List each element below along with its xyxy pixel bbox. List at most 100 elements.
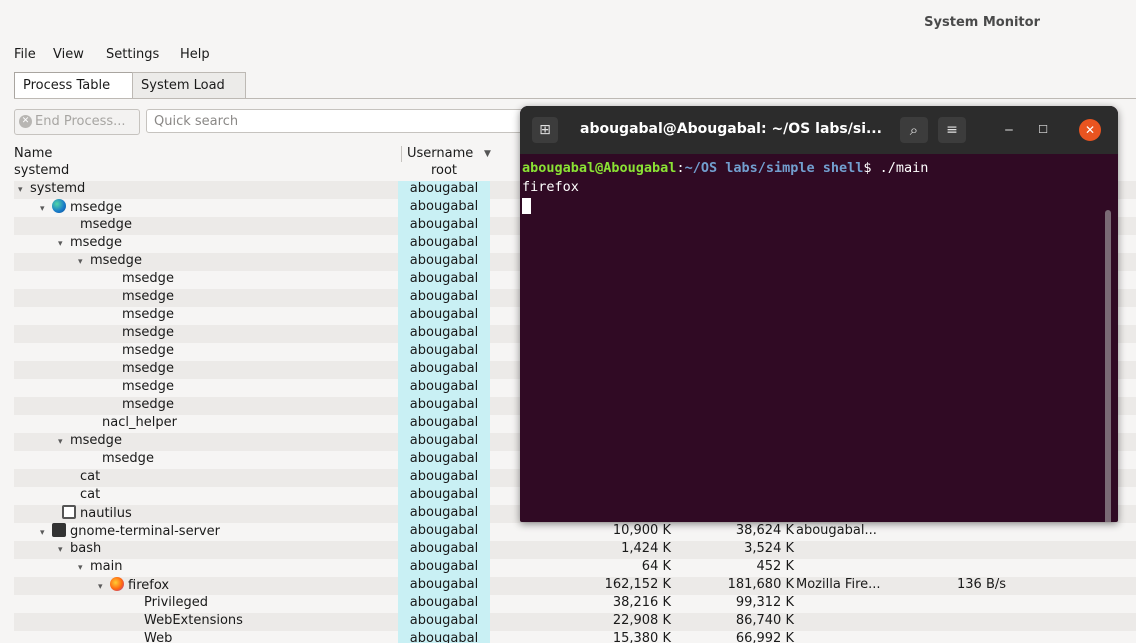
menu-help[interactable]: Help bbox=[180, 47, 210, 62]
msedge-icon bbox=[52, 199, 66, 213]
process-user: abougabal bbox=[398, 343, 490, 361]
table-row[interactable]: ▾ main abougabal 64 K 452 K bbox=[14, 559, 1136, 577]
process-name: nautilus bbox=[80, 506, 132, 521]
table-row[interactable]: Web abougabal 15,380 K 66,992 K bbox=[14, 631, 1136, 643]
process-name: msedge bbox=[80, 217, 132, 232]
table-row[interactable]: ▾ gnome-terminal-server abougabal 10,900 … bbox=[14, 523, 1136, 541]
process-name: systemd bbox=[30, 181, 86, 196]
expander-icon[interactable]: ▾ bbox=[78, 257, 90, 267]
maximize-icon[interactable]: ☐ bbox=[1030, 117, 1056, 143]
process-user: abougabal bbox=[398, 469, 490, 487]
process-memory: 10,900 K bbox=[612, 523, 671, 538]
process-name: cat bbox=[80, 469, 101, 484]
process-name: msedge bbox=[70, 433, 122, 448]
search-icon[interactable]: ⌕ bbox=[900, 117, 928, 143]
process-name: msedge bbox=[122, 271, 174, 286]
process-user: abougabal bbox=[398, 577, 490, 595]
process-memory: 64 K bbox=[641, 559, 671, 574]
menubar: File View Settings Help bbox=[0, 45, 1136, 67]
expander-icon[interactable]: ▾ bbox=[78, 563, 90, 573]
terminal-scrollbar[interactable] bbox=[1105, 210, 1111, 522]
search-input[interactable]: Quick search bbox=[146, 109, 526, 133]
process-name: bash bbox=[70, 541, 102, 556]
process-name: msedge bbox=[122, 397, 174, 412]
process-name: nacl_helper bbox=[102, 415, 177, 430]
terminal-output-line: firefox bbox=[522, 179, 579, 195]
terminal-window[interactable]: ⊞ abougabal@Abougabal: ~/OS labs/si... ⌕… bbox=[520, 106, 1118, 522]
window-titlebar: System Monitor bbox=[0, 0, 1136, 45]
process-user: abougabal bbox=[398, 361, 490, 379]
process-name: WebExtensions bbox=[144, 613, 243, 628]
process-name: gnome-terminal-server bbox=[70, 524, 220, 539]
process-name: msedge bbox=[70, 200, 122, 215]
column-header-name[interactable]: Name bbox=[14, 146, 52, 161]
text-cursor bbox=[522, 198, 531, 214]
end-process-button[interactable]: ✕ End Process... bbox=[14, 109, 140, 135]
process-name: msedge bbox=[122, 307, 174, 322]
expander-icon[interactable]: ▾ bbox=[98, 582, 110, 592]
process-memory: 162,152 K bbox=[604, 577, 671, 592]
expander-icon[interactable]: ▾ bbox=[58, 545, 70, 555]
process-description: Mozilla Fire... bbox=[796, 577, 881, 592]
hamburger-menu-icon[interactable]: ≡ bbox=[938, 117, 966, 143]
process-name: msedge bbox=[102, 451, 154, 466]
window-title: System Monitor bbox=[924, 15, 1040, 30]
table-row[interactable]: Privileged abougabal 38,216 K 99,312 K bbox=[14, 595, 1136, 613]
process-name: Privileged bbox=[144, 595, 208, 610]
process-network: 136 B/s bbox=[957, 577, 1007, 592]
terminal-prompt-line: abougabal@Abougabal:~/OS labs/simple she… bbox=[522, 160, 929, 176]
sort-arrow-icon[interactable]: ▼ bbox=[484, 149, 491, 159]
terminal-content[interactable]: abougabal@Abougabal:~/OS labs/simple she… bbox=[520, 154, 1118, 522]
process-name: msedge bbox=[122, 343, 174, 358]
process-user: abougabal bbox=[398, 631, 490, 643]
expander-icon[interactable]: ▾ bbox=[18, 185, 30, 195]
process-user: abougabal bbox=[398, 379, 490, 397]
process-name: msedge bbox=[70, 235, 122, 250]
process-user: abougabal bbox=[398, 595, 490, 613]
folder-icon bbox=[62, 505, 76, 519]
menu-settings[interactable]: Settings bbox=[106, 47, 159, 62]
table-row[interactable]: ▾ bash abougabal 1,424 K 3,524 K bbox=[14, 541, 1136, 559]
tab-process-table[interactable]: Process Table bbox=[14, 72, 133, 98]
process-memory: 22,908 K bbox=[612, 613, 671, 628]
column-divider[interactable] bbox=[401, 146, 402, 162]
process-resident-memory: 86,740 K bbox=[735, 613, 794, 628]
tab-system-load[interactable]: System Load bbox=[132, 72, 246, 98]
process-name: msedge bbox=[122, 379, 174, 394]
minimize-icon[interactable]: ‒ bbox=[996, 117, 1022, 143]
firefox-icon bbox=[110, 577, 124, 591]
terminal-icon bbox=[52, 523, 66, 537]
tab-divider bbox=[14, 98, 1136, 99]
expander-icon[interactable]: ▾ bbox=[40, 528, 52, 538]
process-user: abougabal bbox=[398, 559, 490, 577]
process-user: abougabal bbox=[398, 217, 490, 235]
process-user: abougabal bbox=[398, 289, 490, 307]
menu-file[interactable]: File bbox=[14, 47, 36, 62]
process-user: abougabal bbox=[398, 433, 490, 451]
menu-view[interactable]: View bbox=[53, 47, 84, 62]
process-user: abougabal bbox=[398, 199, 490, 217]
process-memory: 1,424 K bbox=[621, 541, 671, 556]
process-resident-memory: 99,312 K bbox=[735, 595, 794, 610]
process-memory: 15,380 K bbox=[612, 631, 671, 643]
process-resident-memory: 3,524 K bbox=[744, 541, 794, 556]
new-tab-icon[interactable]: ⊞ bbox=[532, 117, 558, 143]
process-name: firefox bbox=[128, 578, 170, 593]
table-row[interactable]: ▾ firefox abougabal 162,152 K 181,680 K M… bbox=[14, 577, 1136, 595]
expander-icon[interactable]: ▾ bbox=[58, 437, 70, 447]
expander-icon[interactable]: ▾ bbox=[40, 204, 52, 214]
end-process-label: End Process... bbox=[35, 114, 126, 129]
process-name: msedge bbox=[90, 253, 142, 268]
table-row[interactable]: WebExtensions abougabal 22,908 K 86,740 … bbox=[14, 613, 1136, 631]
terminal-headerbar[interactable]: ⊞ abougabal@Abougabal: ~/OS labs/si... ⌕… bbox=[520, 106, 1118, 154]
process-user: abougabal bbox=[398, 235, 490, 253]
close-icon[interactable]: ✕ bbox=[1079, 119, 1101, 141]
process-user: abougabal bbox=[398, 415, 490, 433]
process-description: abougabal... bbox=[796, 523, 877, 538]
process-user: abougabal bbox=[398, 541, 490, 559]
process-resident-memory: 66,992 K bbox=[735, 631, 794, 643]
column-header-username[interactable]: Username bbox=[407, 146, 473, 161]
expander-icon[interactable]: ▾ bbox=[58, 239, 70, 249]
process-user: abougabal bbox=[398, 523, 490, 541]
process-user: abougabal bbox=[398, 487, 490, 505]
